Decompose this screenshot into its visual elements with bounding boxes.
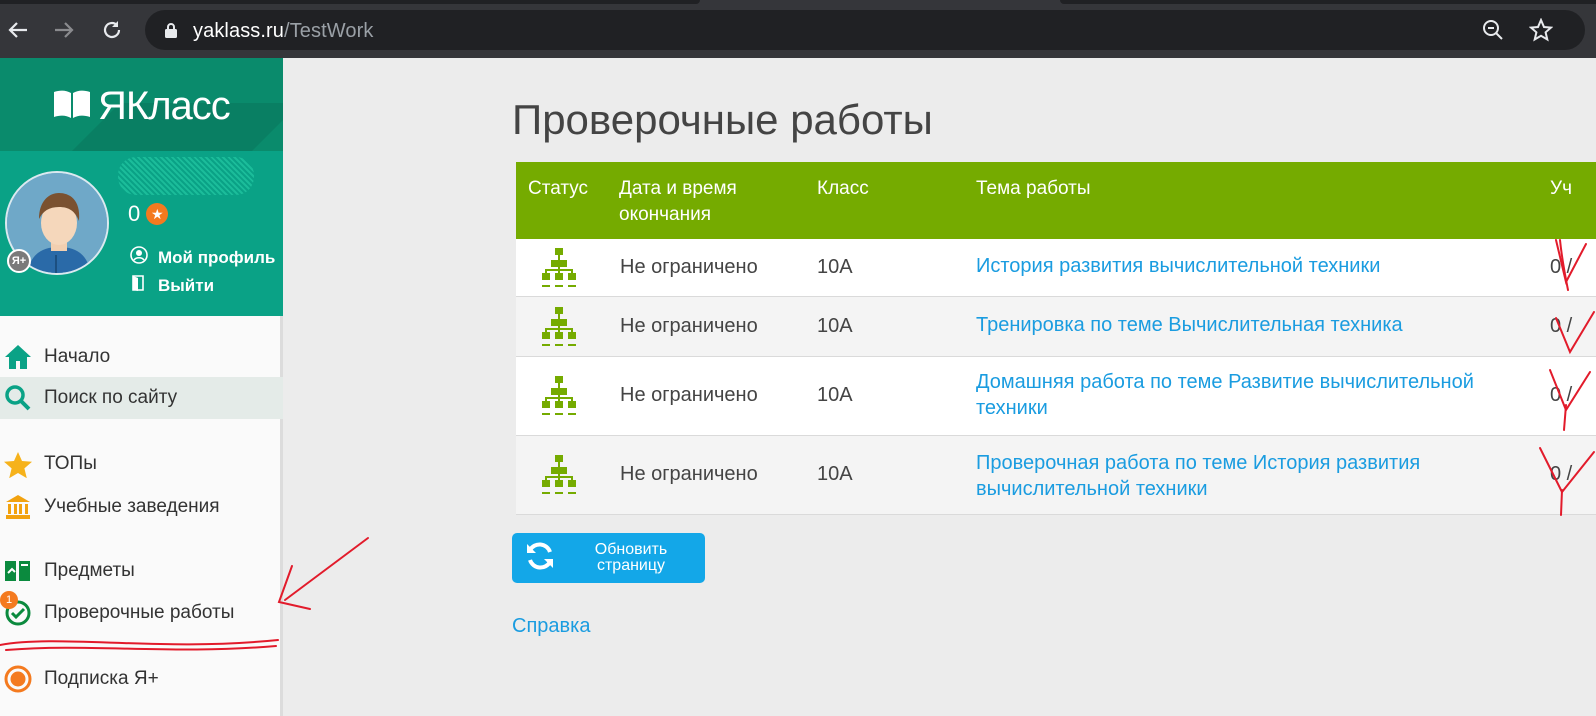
lock-icon [165, 23, 177, 43]
class-cell: 10А [817, 256, 853, 278]
class-cell: 10А [817, 384, 853, 406]
column-header-class: Класс [817, 178, 869, 199]
table-row: Не ограничено 10А Домашняя работа по тем… [516, 357, 1596, 436]
forward-icon[interactable] [48, 14, 80, 46]
sidebar-item-label: Проверочные работы [44, 602, 235, 623]
username-redacted [118, 157, 254, 195]
home-icon [4, 343, 32, 371]
sidebar-item-tops[interactable]: ТОПы [0, 443, 283, 485]
tab-strip [0, 0, 700, 4]
status-hierarchy-icon [540, 455, 578, 500]
column-header-status: Статус [528, 178, 589, 199]
sidebar-item-search[interactable]: Поиск по сайту [0, 377, 283, 419]
sidebar-item-label: Предметы [44, 560, 135, 581]
star-icon [4, 450, 32, 478]
address-bar[interactable]: yaklass.ru/TestWork [145, 10, 1585, 50]
score-cell: 0 / [1550, 463, 1573, 485]
logout-link[interactable]: Выйти [130, 274, 214, 297]
site-logo[interactable]: ЯКласс [52, 84, 231, 129]
reload-icon[interactable] [96, 14, 128, 46]
page-title: Проверочные работы [512, 96, 933, 143]
table-row: Не ограничено 10А Проверочная работа по … [516, 436, 1596, 515]
sidebar-item-label: Подписка Я+ [44, 668, 159, 689]
score-value: 0 [128, 201, 141, 226]
topic-link[interactable]: История развития вычислительной техники [976, 253, 1380, 279]
help-link[interactable]: Справка [512, 615, 590, 638]
column-header-score: Уч [1550, 178, 1572, 199]
notification-badge: 1 [0, 591, 18, 609]
browser-toolbar: yaklass.ru/TestWork [0, 0, 1596, 58]
sidebar: ЯКласс Я+ 0 ★ Мой профиль Выйти Начало П… [0, 58, 283, 716]
search-icon [4, 384, 32, 412]
deadline-cell: Не ограничено [620, 315, 758, 337]
table-header: Статус Дата и время окончания Класс Тема… [516, 162, 1596, 239]
bookmark-star-icon[interactable] [1528, 17, 1554, 47]
check-icon: 1 [0, 591, 32, 627]
refresh-icon [524, 540, 556, 577]
deadline-cell: Не ограничено [620, 384, 758, 406]
topic-link[interactable]: Домашняя работа по теме Развитие вычисли… [976, 369, 1516, 421]
sidebar-item-subjects[interactable]: Предметы [0, 550, 283, 592]
zoom-icon[interactable] [1481, 18, 1505, 47]
sidebar-item-label: Начало [44, 346, 111, 367]
logo-band: ЯКласс [0, 58, 283, 151]
status-hierarchy-icon [540, 248, 578, 293]
refresh-button-label: Обновить страницу [594, 541, 668, 574]
url-path: /TestWork [284, 20, 374, 42]
profile-panel: Я+ 0 ★ Мой профиль Выйти [0, 151, 283, 316]
logo-text: ЯКласс [98, 84, 231, 128]
score: 0 ★ [128, 201, 169, 227]
table-row: Не ограничено 10А Тренировка по теме Выч… [516, 297, 1596, 357]
logout-label: Выйти [158, 275, 215, 295]
column-header-deadline: Дата и время окончания [619, 178, 737, 225]
my-profile-link[interactable]: Мой профиль [130, 246, 275, 269]
url-text: yaklass.ru/TestWork [193, 20, 373, 43]
back-icon[interactable] [2, 14, 34, 46]
status-hierarchy-icon [540, 376, 578, 421]
my-profile-label: Мой профиль [158, 247, 276, 267]
sidebar-item-label: Учебные заведения [44, 496, 220, 517]
user-icon [130, 246, 148, 269]
logout-icon [130, 274, 148, 297]
subscription-icon [4, 665, 32, 693]
ya-plus-badge: Я+ [7, 249, 31, 273]
topic-link[interactable]: Проверочная работа по теме История разви… [976, 450, 1476, 502]
main-content: Проверочные работы Статус Дата и время о… [286, 58, 1596, 716]
deadline-cell: Не ограничено [620, 256, 758, 278]
status-hierarchy-icon [540, 307, 578, 352]
sidebar-item-label: Поиск по сайту [44, 387, 178, 408]
topic-link[interactable]: Тренировка по теме Вычислительная техник… [976, 312, 1403, 338]
score-star-icon: ★ [146, 203, 169, 225]
books-icon [4, 557, 32, 585]
book-logo-icon [52, 89, 92, 124]
score-cell: 0 / [1550, 256, 1573, 278]
url-host: yaklass.ru [193, 20, 285, 42]
class-cell: 10А [817, 463, 853, 485]
table-row: Не ограничено 10А История развития вычис… [516, 239, 1596, 297]
sidebar-item-label: ТОПы [44, 453, 97, 474]
class-cell: 10А [817, 315, 853, 337]
deadline-cell: Не ограничено [620, 463, 758, 485]
tests-table: Статус Дата и время окончания Класс Тема… [516, 162, 1596, 515]
tab-strip-right [1060, 0, 1596, 4]
refresh-button[interactable]: Обновить страницу [512, 533, 705, 583]
sidebar-item-tests[interactable]: 1 Проверочные работы [0, 591, 283, 634]
column-header-topic: Тема работы [976, 178, 1091, 199]
score-cell: 0 / [1550, 315, 1573, 337]
sidebar-item-home[interactable]: Начало [0, 336, 283, 378]
score-cell: 0 / [1550, 384, 1573, 406]
sidebar-item-subscription[interactable]: Подписка Я+ [0, 658, 283, 700]
sidebar-item-institutions[interactable]: Учебные заведения [0, 486, 283, 528]
institution-icon [4, 493, 32, 521]
